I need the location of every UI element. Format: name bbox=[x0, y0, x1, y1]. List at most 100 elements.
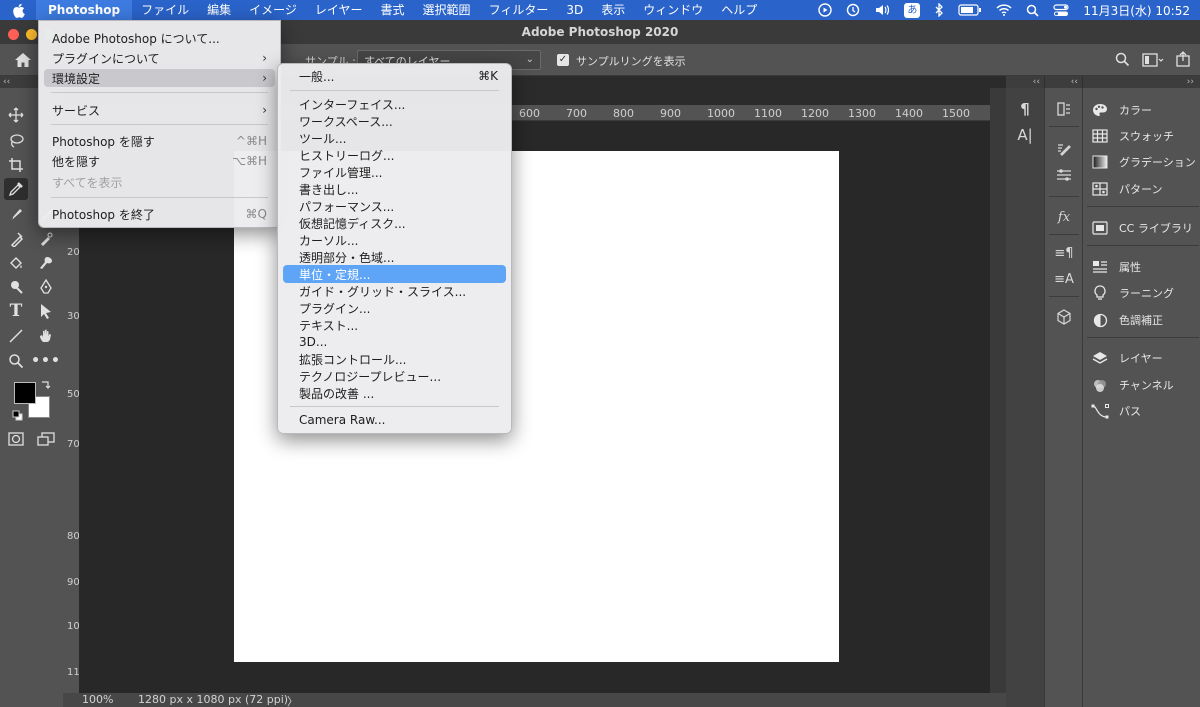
paragraph-styles-icon[interactable]: ≡¶ bbox=[1052, 242, 1076, 264]
pref-item[interactable]: 3D... bbox=[283, 333, 506, 351]
menu-photoshop[interactable]: Photoshop bbox=[36, 0, 133, 20]
3d-cube-icon[interactable] bbox=[1052, 306, 1076, 328]
pref-item[interactable]: 仮想記憶ディスク... bbox=[283, 214, 506, 232]
panel-cc-libraries[interactable]: CC ライブラリ bbox=[1091, 219, 1193, 237]
panel-learn[interactable]: ラーニング bbox=[1091, 284, 1174, 302]
tool-presets-icon[interactable] bbox=[1052, 164, 1076, 186]
panel-properties[interactable]: 属性 bbox=[1091, 258, 1141, 276]
sampling-ring-checkbox[interactable]: ✓ bbox=[557, 54, 569, 66]
pref-item[interactable]: ファイル管理... bbox=[283, 163, 506, 181]
paint-bucket-icon[interactable] bbox=[4, 252, 28, 274]
foreground-color-swatch[interactable] bbox=[14, 382, 36, 404]
pref-item-camera-raw[interactable]: Camera Raw... bbox=[283, 411, 506, 429]
menu-view[interactable]: 表示 bbox=[592, 0, 634, 20]
menu-item-quit[interactable]: Photoshop を終了 ⌘Q bbox=[44, 205, 275, 223]
pref-item[interactable]: ヒストリーログ... bbox=[283, 146, 506, 164]
character-styles-icon[interactable]: ≡A bbox=[1052, 268, 1076, 290]
menu-type[interactable]: 書式 bbox=[372, 0, 414, 20]
pref-item[interactable]: プラグイン... bbox=[283, 299, 506, 317]
pref-item[interactable]: テクノロジープレビュー... bbox=[283, 367, 506, 385]
default-colors-icon[interactable] bbox=[10, 408, 24, 422]
menu-3d[interactable]: 3D bbox=[557, 0, 592, 20]
path-select-icon[interactable] bbox=[34, 300, 58, 322]
pref-item[interactable]: 透明部分・色域... bbox=[283, 248, 506, 266]
menu-select[interactable]: 選択範囲 bbox=[414, 0, 480, 20]
history-brush-icon[interactable] bbox=[34, 228, 58, 250]
minimize-window-button[interactable] bbox=[26, 29, 37, 40]
menu-window[interactable]: ウィンドウ bbox=[634, 0, 712, 20]
zoom-level[interactable]: 100% bbox=[82, 693, 113, 706]
menu-file[interactable]: ファイル bbox=[132, 0, 198, 20]
crop-tool-icon[interactable] bbox=[4, 154, 28, 176]
play-icon[interactable] bbox=[818, 0, 833, 20]
apple-icon[interactable] bbox=[0, 0, 36, 20]
battery-icon[interactable] bbox=[958, 0, 982, 20]
spotlight-icon[interactable] bbox=[1026, 0, 1039, 20]
pref-item[interactable]: ツール... bbox=[283, 129, 506, 147]
pref-item[interactable]: 製品の改善 ... bbox=[283, 384, 506, 402]
wifi-icon[interactable] bbox=[996, 0, 1012, 20]
bluetooth-icon[interactable] bbox=[934, 0, 944, 20]
menu-image[interactable]: イメージ bbox=[240, 0, 306, 20]
history-icon[interactable] bbox=[1052, 98, 1076, 120]
panel-gradient[interactable]: グラデーション bbox=[1091, 153, 1196, 171]
pref-item-units-rulers[interactable]: 単位・定規... bbox=[283, 265, 506, 283]
brush-settings-icon[interactable] bbox=[1052, 138, 1076, 160]
menu-item-preferences[interactable]: 環境設定 › bbox=[44, 69, 275, 87]
pref-item[interactable]: 拡張コントロール... bbox=[283, 350, 506, 368]
dock3-collapse-strip[interactable]: ›› bbox=[1082, 76, 1200, 88]
vertical-scrollbar[interactable] bbox=[990, 88, 1006, 693]
pref-item[interactable]: ワークスペース... bbox=[283, 112, 506, 130]
menu-item-about[interactable]: Adobe Photoshop について... bbox=[44, 29, 275, 47]
menu-item-about-plugins[interactable]: プラグインについて › bbox=[44, 49, 275, 67]
clone-stamp-icon[interactable] bbox=[4, 228, 28, 250]
pref-item[interactable]: インターフェイス... bbox=[283, 95, 506, 113]
panel-color[interactable]: カラー bbox=[1091, 101, 1152, 119]
pref-item[interactable]: ガイド・グリッド・スライス... bbox=[283, 282, 506, 300]
paragraph-icon[interactable]: ¶ bbox=[1013, 98, 1037, 120]
healing-brush-icon[interactable] bbox=[4, 203, 28, 225]
menu-item-hide-others[interactable]: 他を隠す ⌥⌘H bbox=[44, 152, 275, 170]
panel-swatches[interactable]: スウォッチ bbox=[1091, 127, 1174, 145]
swap-colors-icon[interactable] bbox=[38, 378, 52, 392]
time-machine-icon[interactable] bbox=[846, 0, 860, 20]
menu-filter[interactable]: フィルター bbox=[480, 0, 558, 20]
screen-mode-icon[interactable] bbox=[34, 428, 58, 450]
panel-adjustments[interactable]: 色調補正 bbox=[1091, 311, 1163, 329]
menu-help[interactable]: ヘルプ bbox=[712, 0, 766, 20]
panel-channels[interactable]: チャンネル bbox=[1091, 376, 1174, 394]
pref-item[interactable]: カーソル... bbox=[283, 231, 506, 249]
dock1-collapse-strip[interactable]: ‹‹ bbox=[1006, 76, 1044, 88]
styles-fx-icon[interactable]: fx bbox=[1052, 206, 1076, 228]
menu-edit[interactable]: 編集 bbox=[198, 0, 240, 20]
pref-item[interactable]: パフォーマンス... bbox=[283, 197, 506, 215]
search-icon[interactable] bbox=[1115, 52, 1130, 71]
close-window-button[interactable] bbox=[8, 29, 19, 40]
quick-mask-icon[interactable] bbox=[4, 428, 28, 450]
zoom-tool-icon[interactable] bbox=[4, 350, 28, 372]
input-method-indicator[interactable]: あ bbox=[904, 0, 921, 20]
menu-item-services[interactable]: サービス › bbox=[44, 101, 275, 119]
control-center-icon[interactable] bbox=[1053, 0, 1069, 20]
home-icon[interactable] bbox=[14, 52, 32, 72]
panel-paths[interactable]: パス bbox=[1091, 402, 1141, 420]
more-tools-icon[interactable]: ••• bbox=[31, 350, 60, 372]
dodge-tool-icon[interactable] bbox=[4, 276, 28, 298]
type-tool-icon[interactable]: T bbox=[4, 300, 28, 322]
volume-icon[interactable] bbox=[874, 0, 890, 20]
character-icon[interactable]: A| bbox=[1013, 124, 1037, 146]
status-menu-arrow[interactable]: 〉 bbox=[287, 693, 298, 707]
eyedropper-tool-icon[interactable] bbox=[4, 178, 28, 200]
panel-layers[interactable]: レイヤー bbox=[1091, 349, 1163, 367]
pref-item-general[interactable]: 一般... ⌘K bbox=[283, 67, 506, 85]
menu-layer[interactable]: レイヤー bbox=[306, 0, 372, 20]
lasso-tool-icon[interactable] bbox=[4, 130, 28, 152]
workspace-icon[interactable] bbox=[1142, 52, 1164, 71]
menu-item-hide[interactable]: Photoshop を隠す ^⌘H bbox=[44, 132, 275, 150]
pref-item[interactable]: 書き出し... bbox=[283, 180, 506, 198]
pref-item[interactable]: テキスト... bbox=[283, 316, 506, 334]
pen-tool-icon[interactable] bbox=[34, 276, 58, 298]
smudge-tool-icon[interactable] bbox=[34, 252, 58, 274]
share-icon[interactable] bbox=[1176, 51, 1190, 71]
hand-tool-icon[interactable] bbox=[34, 325, 58, 347]
